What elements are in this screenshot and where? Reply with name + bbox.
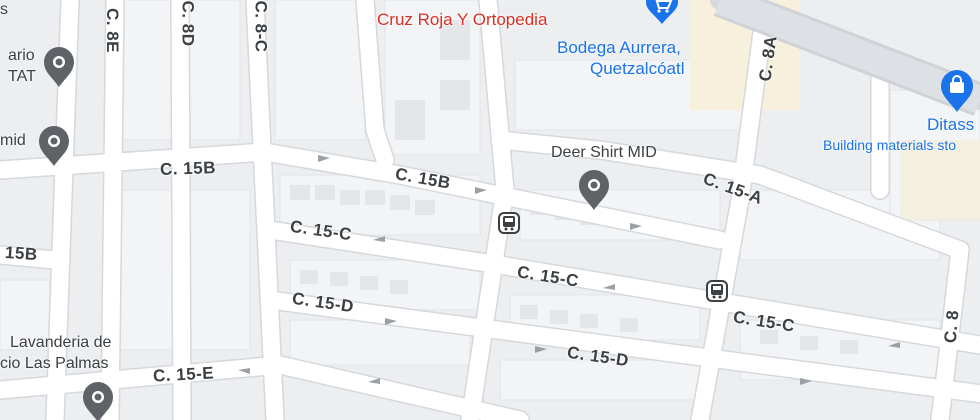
place-label-bodega-line1[interactable]: Bodega Aurrera, xyxy=(557,39,681,56)
street-label-c15b-left: C. 15B xyxy=(159,158,217,179)
place-label-deer-shirt[interactable]: Deer Shirt MID xyxy=(551,145,657,161)
place-label-left-top-1[interactable]: ario xyxy=(8,48,35,64)
street-label-c15e: C. 15-E xyxy=(152,363,215,386)
place-label-cruz-roja[interactable]: Cruz Roja Y Ortopedia xyxy=(377,11,547,28)
place-label-bodega-line2[interactable]: Quetzalcóatl xyxy=(590,60,685,77)
shopping-cart-icon[interactable] xyxy=(640,0,684,26)
street-label-c8c: C. 8-C xyxy=(251,0,271,53)
place-label-ditass-category: Building materials sto xyxy=(823,137,957,153)
shopping-bag-icon[interactable] xyxy=(938,68,976,114)
place-label-left-mid[interactable]: mid xyxy=(0,133,26,149)
street-label-c8e: C. 8E xyxy=(103,7,123,54)
map-pin-icon[interactable] xyxy=(41,45,77,89)
bus-stop-icon[interactable] xyxy=(498,212,520,234)
place-label-lavanderia-line1[interactable]: Lavanderia de xyxy=(10,335,111,351)
street-label-c8d: C. 8D xyxy=(178,0,198,47)
map-canvas[interactable]: C. 15B C. 15B 15B C. 15-A C. 15-C C. 15-… xyxy=(0,0,980,420)
map-pin-icon[interactable] xyxy=(576,168,612,212)
place-label-left-s[interactable]: s xyxy=(0,2,8,18)
place-label-left-top-2[interactable]: TAT xyxy=(8,69,36,85)
place-label-ditass[interactable]: Ditass xyxy=(927,116,974,133)
place-label-lavanderia-line2[interactable]: cio Las Palmas xyxy=(0,356,109,372)
bus-stop-icon[interactable] xyxy=(706,280,728,302)
street-label-c8: C. 8 xyxy=(940,309,963,344)
map-base-layer xyxy=(0,0,980,420)
map-pin-icon[interactable] xyxy=(36,124,72,168)
street-label-c15b-far-left: 15B xyxy=(4,242,39,265)
map-pin-icon[interactable] xyxy=(80,380,116,420)
